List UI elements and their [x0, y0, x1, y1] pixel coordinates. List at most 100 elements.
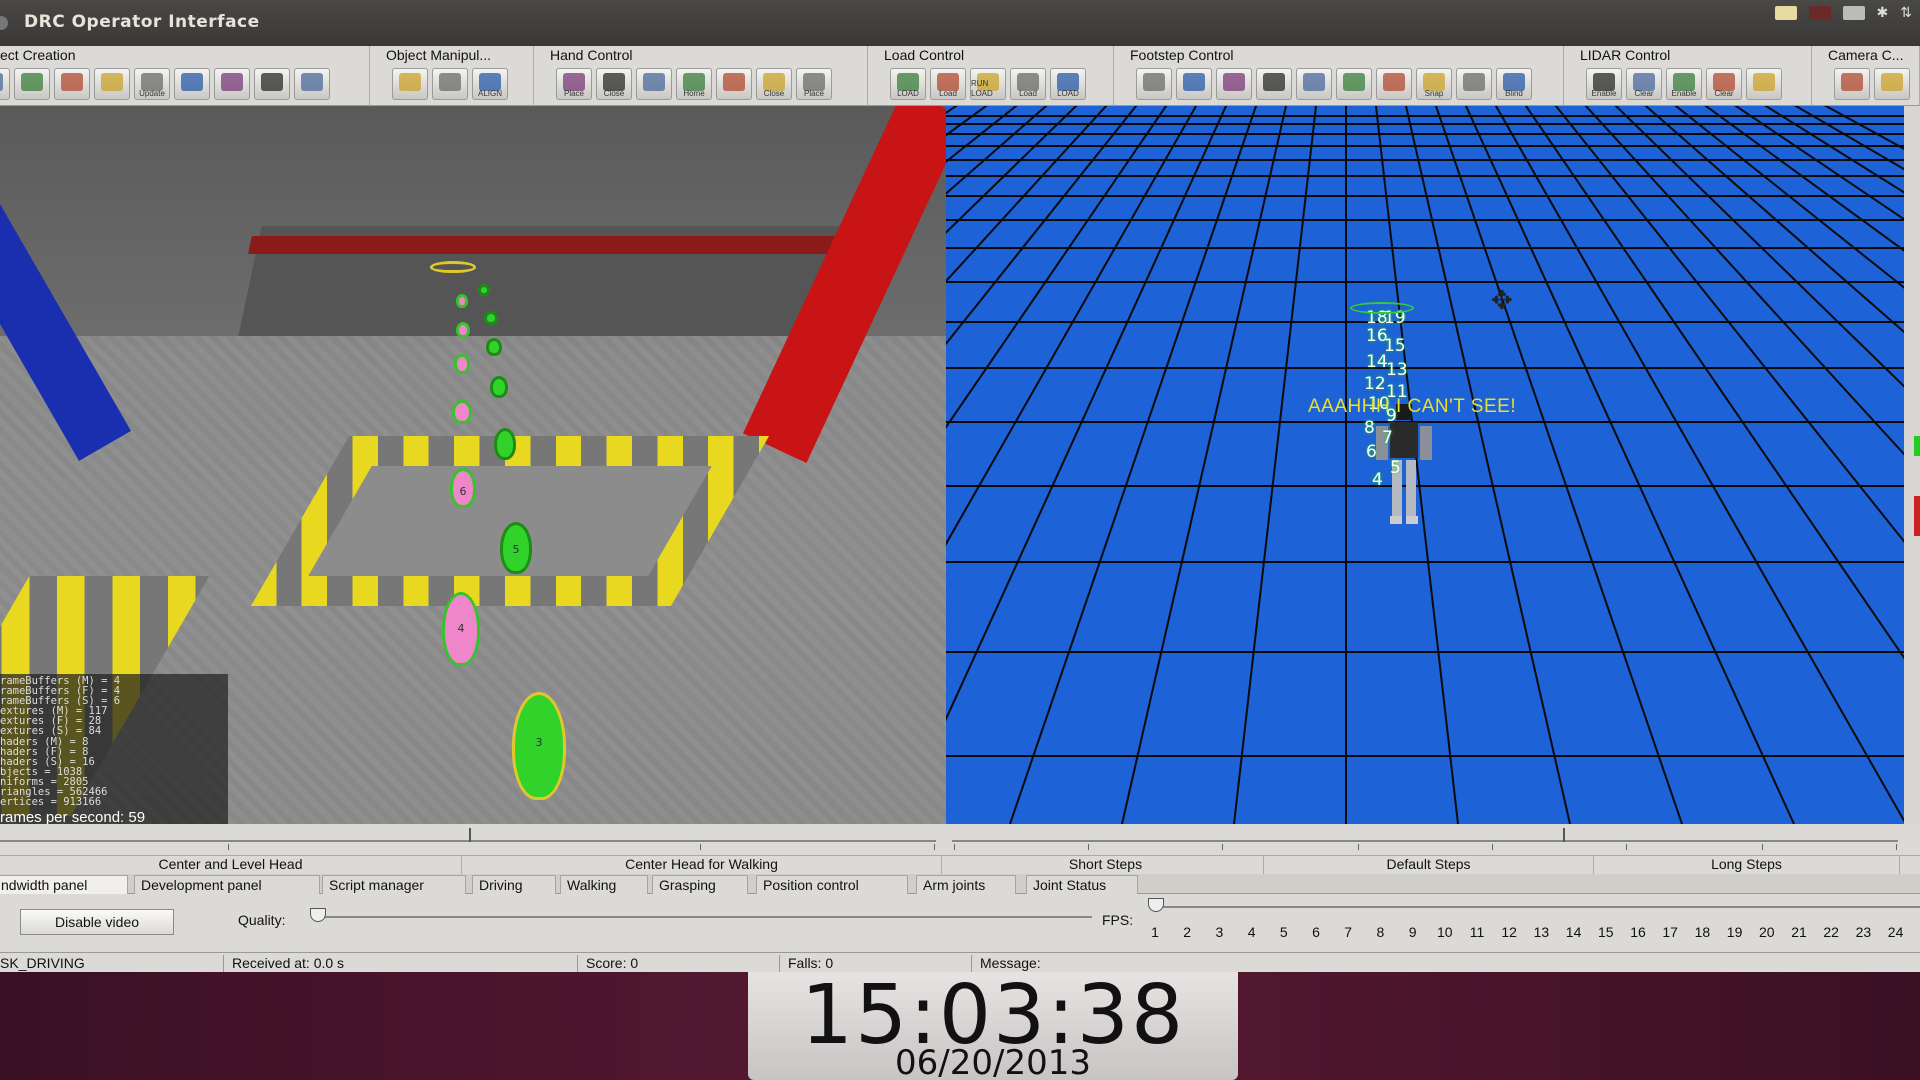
- toolbar-button[interactable]: Close: [596, 68, 632, 100]
- toolbar-button[interactable]: [214, 68, 250, 100]
- toolbar-button[interactable]: Home: [676, 68, 712, 100]
- footstep-marker[interactable]: [430, 261, 476, 273]
- grid-line: [1233, 106, 1318, 824]
- tab-development-panel[interactable]: Development panel: [134, 875, 320, 894]
- toolbar-button[interactable]: [1176, 68, 1212, 100]
- toolbar-button[interactable]: [254, 68, 290, 100]
- toolbar-button[interactable]: Load: [930, 68, 966, 100]
- keyboard-indicator-icon[interactable]: [1774, 6, 1797, 20]
- tab-driving[interactable]: Driving: [472, 875, 556, 894]
- toolbar-button-label: LOAD: [1057, 89, 1079, 98]
- toolbar-button[interactable]: [1216, 68, 1252, 100]
- footstep-marker[interactable]: [484, 311, 498, 325]
- toolbar-button[interactable]: [1746, 68, 1782, 100]
- tab-arm-joints[interactable]: Arm joints: [916, 875, 1016, 894]
- toolbar-button[interactable]: ALIGN: [472, 68, 508, 100]
- grid-line: [1524, 106, 1904, 660]
- default-steps-button[interactable]: Default Steps: [1264, 856, 1594, 874]
- center-head-for-walking-button[interactable]: Center Head for Walking: [462, 856, 942, 874]
- mail-icon[interactable]: [1842, 6, 1865, 20]
- tab-script-manager[interactable]: Script manager: [322, 875, 466, 894]
- toolbar-button[interactable]: [54, 68, 90, 100]
- toolbar-button[interactable]: RUN LOAD: [970, 68, 1006, 100]
- footstep-marker[interactable]: 4: [442, 592, 480, 666]
- move-cursor-icon[interactable]: ✥: [1491, 288, 1513, 314]
- tab-walking[interactable]: Walking: [560, 875, 648, 894]
- tab-joint-status[interactable]: Joint Status: [1026, 875, 1138, 894]
- footstep-marker[interactable]: [486, 338, 502, 356]
- quality-slider-thumb[interactable]: [310, 908, 326, 922]
- network-icon[interactable]: ⇅: [1900, 5, 1912, 21]
- toolbar-button[interactable]: Snap: [1416, 68, 1452, 100]
- toolbar-button[interactable]: [392, 68, 428, 100]
- toolbar-button[interactable]: LOAD: [890, 68, 926, 100]
- footstep-marker[interactable]: 5: [500, 522, 532, 574]
- toolbar-button[interactable]: Load: [1010, 68, 1046, 100]
- short-steps-button[interactable]: Short Steps: [948, 856, 1264, 874]
- toolbar-button[interactable]: [14, 68, 50, 100]
- head-pitch-thumb[interactable]: [466, 828, 474, 846]
- grid-line: [1584, 106, 1904, 456]
- footstep-marker[interactable]: [452, 400, 472, 424]
- step-length-slider[interactable]: [952, 840, 1898, 842]
- toolbar-button[interactable]: [174, 68, 210, 100]
- toolbar-button[interactable]: [294, 68, 330, 100]
- tool-icon: [261, 73, 283, 91]
- toolbar-button[interactable]: [1834, 68, 1870, 100]
- render-stats-overlay: rameBuffers (M) = 4 rameBuffers (F) = 4 ra…: [0, 674, 228, 824]
- toolbar-button[interactable]: [1456, 68, 1492, 100]
- window-close-icon[interactable]: [0, 16, 8, 30]
- grid-line: [946, 106, 1228, 722]
- grid-line: [1793, 106, 1904, 171]
- tab-bandwidth-panel[interactable]: ndwidth panel: [0, 875, 128, 894]
- center-and-level-head-button[interactable]: Center and Level Head: [0, 856, 462, 874]
- tab-position-control[interactable]: Position control: [756, 875, 908, 894]
- footstep-marker[interactable]: [494, 428, 516, 460]
- toolbar-button[interactable]: Clear: [1626, 68, 1662, 100]
- toolbar-button[interactable]: [432, 68, 468, 100]
- camera-view-right[interactable]: 18 19 16 15 14 13 12 11 10 9 8 7 6 5 4 AAAHHH I CAN'T …: [946, 106, 1904, 824]
- footstep-marker[interactable]: 3: [512, 692, 566, 800]
- tab-grasping[interactable]: Grasping: [652, 875, 748, 894]
- toolbar-button[interactable]: [94, 68, 130, 100]
- toolbar-button[interactable]: Update: [134, 68, 170, 100]
- disable-video-button[interactable]: Disable video: [20, 909, 174, 935]
- step-length-thumb[interactable]: [1560, 828, 1568, 846]
- toolbar-button[interactable]: Place: [796, 68, 832, 100]
- toolbar-button[interactable]: [1336, 68, 1372, 100]
- toolbar-button[interactable]: Close: [756, 68, 792, 100]
- toolbar-button[interactable]: Blind: [1496, 68, 1532, 100]
- toolbar-button[interactable]: [636, 68, 672, 100]
- fps-tick-label: 4: [1247, 924, 1256, 940]
- fps-slider[interactable]: [1152, 906, 1920, 908]
- toolbar-button[interactable]: [716, 68, 752, 100]
- toolbar-button[interactable]: Enable: [1586, 68, 1622, 100]
- footstep-marker[interactable]: [454, 354, 470, 374]
- footstep-marker[interactable]: [478, 284, 490, 296]
- camera-view-left[interactable]: 6 5 4 3 rameBuffers (M) = 4 rameBuffers (…: [0, 106, 946, 824]
- toolbar-button[interactable]: [1256, 68, 1292, 100]
- toolbar-button-label: Load: [1019, 89, 1037, 98]
- footstep-marker[interactable]: 6: [450, 468, 476, 508]
- footstep-goal-marker[interactable]: [1350, 302, 1414, 314]
- toolbar-button[interactable]: Place: [556, 68, 592, 100]
- grid-line: [946, 106, 1138, 346]
- fps-tick-label: 8: [1376, 924, 1385, 940]
- quality-slider[interactable]: [312, 916, 1092, 918]
- toolbar-button[interactable]: [1376, 68, 1412, 100]
- footstep-marker[interactable]: [456, 322, 470, 338]
- record-indicator-icon[interactable]: [1808, 6, 1831, 20]
- long-steps-button[interactable]: Long Steps: [1594, 856, 1900, 874]
- robot-model[interactable]: [1374, 396, 1434, 546]
- toolbar-button[interactable]: LOAD: [1050, 68, 1086, 100]
- toolbar-button[interactable]: [1874, 68, 1910, 100]
- footstep-marker[interactable]: [490, 376, 508, 398]
- fps-slider-thumb[interactable]: [1148, 898, 1164, 912]
- toolbar-button[interactable]: [1136, 68, 1172, 100]
- toolbar-button[interactable]: [1296, 68, 1332, 100]
- toolbar-button[interactable]: Enable: [1666, 68, 1702, 100]
- toolbar-button[interactable]: Clear: [1706, 68, 1742, 100]
- toolbar-button[interactable]: [0, 68, 10, 100]
- footstep-marker[interactable]: [456, 294, 468, 308]
- bluetooth-icon[interactable]: ✱: [1877, 5, 1889, 21]
